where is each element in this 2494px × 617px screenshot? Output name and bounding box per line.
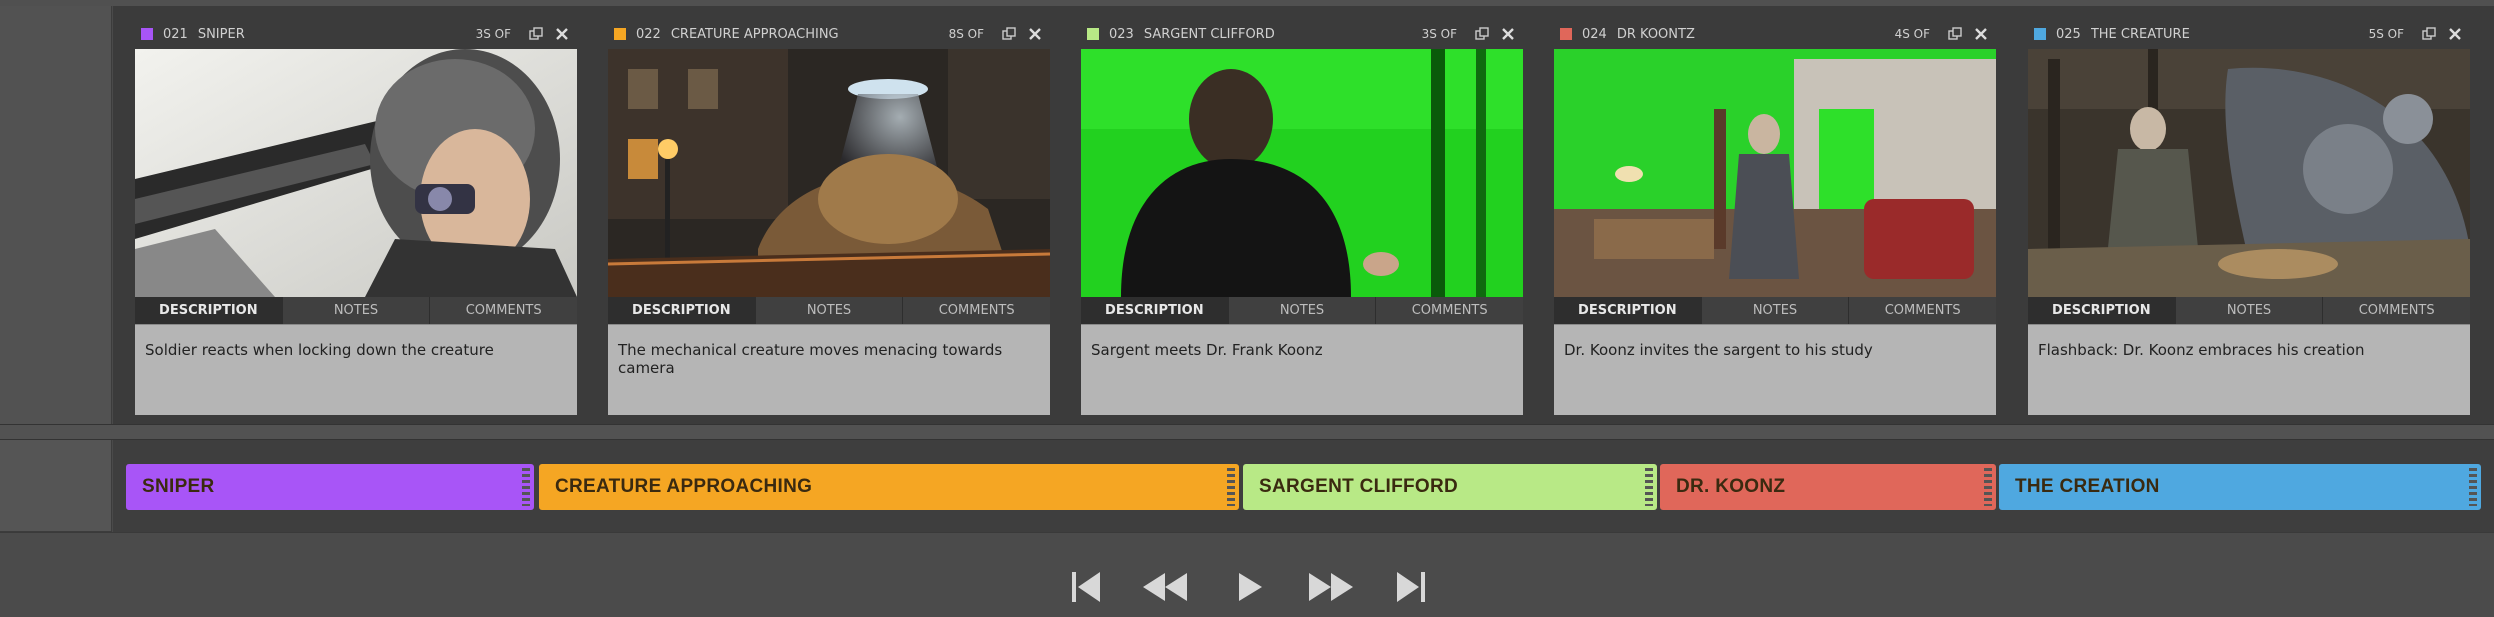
shot-tabs: DESCRIPTION NOTES COMMENTS [1554, 297, 1997, 324]
skip-to-start-icon[interactable] [1068, 567, 1104, 607]
shot-header: 025 THE CREATURE 5S OF [2028, 19, 2470, 49]
timeline-gutter [0, 440, 112, 532]
shot-thumbnail[interactable] [1554, 49, 1996, 297]
duplicate-icon[interactable] [2418, 23, 2440, 45]
tab-comments[interactable]: COMMENTS [2323, 297, 2471, 324]
shot-title: SNIPER [197, 26, 245, 42]
timeline-clip-sargent-clifford[interactable]: SARGENT CLIFFORD [1243, 464, 1657, 510]
duplicate-icon[interactable] [1944, 23, 1966, 45]
tab-notes[interactable]: NOTES [1701, 297, 1850, 324]
trim-handle[interactable] [1645, 468, 1653, 506]
tab-comments[interactable]: COMMENTS [1849, 297, 1997, 324]
timeline-clip-the-creation[interactable]: THE CREATION [1999, 464, 2481, 510]
trim-handle[interactable] [1227, 468, 1235, 506]
shot-number: 023 [1109, 26, 1134, 42]
tab-comments[interactable]: COMMENTS [430, 297, 578, 324]
timeline-clip-label: SARGENT CLIFFORD [1259, 476, 1459, 497]
timeline-clip-label: SNIPER [142, 476, 215, 497]
shot-description[interactable]: Soldier reacts when locking down the cre… [135, 324, 577, 415]
close-icon[interactable] [1970, 23, 1992, 45]
shot-description[interactable]: Flashback: Dr. Koonz embraces his creati… [2028, 324, 2470, 415]
shot-color-chip [2034, 28, 2046, 40]
shot-description[interactable]: The mechanical creature moves menacing t… [608, 324, 1050, 415]
trim-handle[interactable] [2469, 468, 2477, 506]
shot-number: 025 [2056, 26, 2081, 42]
shot-title: DR KOONTZ [1616, 26, 1695, 42]
shot-card-022[interactable]: 022 CREATURE APPROACHING 8S OF DESCRIPTI… [608, 19, 1051, 415]
shot-description[interactable]: Sargent meets Dr. Frank Koonz [1081, 324, 1523, 415]
shot-card-021[interactable]: 021 SNIPER 3S OF DESCRIPTION NOTES COMME… [135, 19, 578, 415]
timeline-clip-dr-koonz[interactable]: DR. KOONZ [1660, 464, 1996, 510]
skip-to-end-icon[interactable] [1393, 567, 1429, 607]
timeline-clip-creature-approaching[interactable]: CREATURE APPROACHING [539, 464, 1239, 510]
shot-color-chip [614, 28, 626, 40]
shot-thumbnail[interactable] [1081, 49, 1523, 297]
trim-handle[interactable] [1984, 468, 1992, 506]
shot-number: 024 [1582, 26, 1607, 42]
tab-notes[interactable]: NOTES [282, 297, 431, 324]
shot-thumbnail[interactable] [135, 49, 577, 297]
close-icon[interactable] [1497, 23, 1519, 45]
left-gutter [0, 6, 112, 424]
tab-comments[interactable]: COMMENTS [903, 297, 1051, 324]
tab-notes[interactable]: NOTES [2175, 297, 2324, 324]
duplicate-icon[interactable] [1471, 23, 1493, 45]
timeline-clip-label: CREATURE APPROACHING [555, 476, 813, 497]
tab-description[interactable]: DESCRIPTION [608, 297, 756, 324]
shot-duration: 4S OF [1894, 27, 1930, 41]
shot-card-024[interactable]: 024 DR KOONTZ 4S OF DESCRIPTION NOTES CO… [1554, 19, 1997, 415]
shot-color-chip [141, 28, 153, 40]
shot-thumbnail[interactable] [608, 49, 1050, 297]
tab-notes[interactable]: NOTES [1228, 297, 1377, 324]
rewind-icon[interactable] [1140, 567, 1190, 607]
timeline-clip-label: THE CREATION [2015, 476, 2160, 497]
timeline-clip-sniper[interactable]: SNIPER [126, 464, 534, 510]
shot-header: 022 CREATURE APPROACHING 8S OF [608, 19, 1050, 49]
shot-title: THE CREATURE [2090, 26, 2190, 42]
shot-duration: 3S OF [1421, 27, 1457, 41]
shot-duration: 8S OF [948, 27, 984, 41]
duplicate-icon[interactable] [525, 23, 547, 45]
play-icon[interactable] [1235, 567, 1265, 607]
shot-color-chip [1560, 28, 1572, 40]
tab-description[interactable]: DESCRIPTION [1081, 297, 1229, 324]
shot-tabs: DESCRIPTION NOTES COMMENTS [2028, 297, 2471, 324]
tab-comments[interactable]: COMMENTS [1376, 297, 1524, 324]
shot-card-025[interactable]: 025 THE CREATURE 5S OF DESCRIPTION NOTES… [2028, 19, 2471, 415]
timeline: SNIPER CREATURE APPROACHING SARGENT CLIF… [113, 440, 2494, 532]
shot-header: 021 SNIPER 3S OF [135, 19, 577, 49]
tab-notes[interactable]: NOTES [755, 297, 904, 324]
transport-bar [0, 532, 2494, 617]
panel-divider[interactable] [0, 424, 2494, 440]
shot-title: CREATURE APPROACHING [670, 26, 839, 42]
shot-number: 021 [163, 26, 188, 42]
tab-description[interactable]: DESCRIPTION [135, 297, 283, 324]
timeline-clip-label: DR. KOONZ [1676, 476, 1786, 497]
trim-handle[interactable] [522, 468, 530, 506]
shot-tabs: DESCRIPTION NOTES COMMENTS [1081, 297, 1524, 324]
shot-title: SARGENT CLIFFORD [1143, 26, 1275, 42]
shots-panel: 021 SNIPER 3S OF DESCRIPTION NOTES COMME… [113, 6, 2494, 424]
shot-duration: 3S OF [475, 27, 511, 41]
close-icon[interactable] [2444, 23, 2466, 45]
shot-header: 024 DR KOONTZ 4S OF [1554, 19, 1996, 49]
shot-header: 023 SARGENT CLIFFORD 3S OF [1081, 19, 1523, 49]
close-icon[interactable] [551, 23, 573, 45]
shot-tabs: DESCRIPTION NOTES COMMENTS [135, 297, 578, 324]
fast-forward-icon[interactable] [1306, 567, 1356, 607]
shot-card-023[interactable]: 023 SARGENT CLIFFORD 3S OF DESCRIPTION N… [1081, 19, 1524, 415]
shot-description[interactable]: Dr. Koonz invites the sargent to his stu… [1554, 324, 1996, 415]
shot-thumbnail[interactable] [2028, 49, 2470, 297]
shot-number: 022 [636, 26, 661, 42]
shot-duration: 5S OF [2368, 27, 2404, 41]
shot-color-chip [1087, 28, 1099, 40]
close-icon[interactable] [1024, 23, 1046, 45]
duplicate-icon[interactable] [998, 23, 1020, 45]
shot-tabs: DESCRIPTION NOTES COMMENTS [608, 297, 1051, 324]
tab-description[interactable]: DESCRIPTION [1554, 297, 1702, 324]
tab-description[interactable]: DESCRIPTION [2028, 297, 2176, 324]
